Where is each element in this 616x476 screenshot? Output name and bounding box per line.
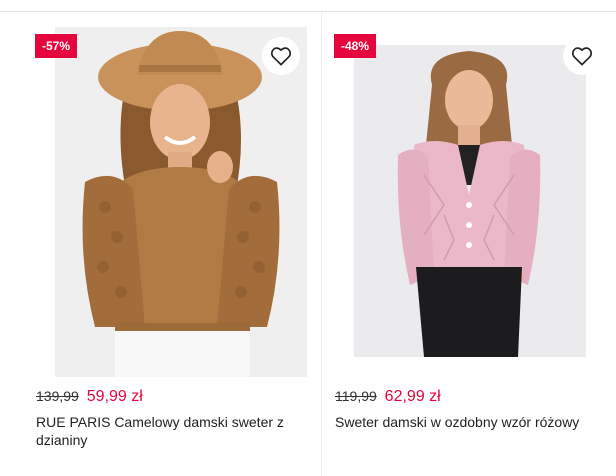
discount-badge: -48% — [334, 34, 377, 58]
sale-price: 62,99 zł — [384, 388, 441, 405]
product-title[interactable]: Sweter damski w ozdobny wzór różowy — [335, 413, 595, 431]
discount-badge: -57% — [35, 34, 78, 58]
price-row: 139,99 59,99 zł — [36, 388, 143, 406]
product-card[interactable]: -48% 119,99 62,99 zł Sweter damski w ozd… — [334, 27, 604, 430]
product-photo — [55, 27, 307, 377]
column-divider — [321, 12, 322, 476]
heart-icon — [270, 47, 292, 66]
product-title[interactable]: RUE PARIS Camelowy damski sweter z dzian… — [36, 413, 286, 449]
old-price: 139,99 — [36, 388, 79, 404]
product-image[interactable] — [354, 45, 586, 357]
wishlist-button[interactable] — [262, 37, 300, 75]
product-photo — [354, 45, 586, 357]
old-price: 119,99 — [335, 388, 377, 404]
product-card[interactable]: -57% 139,99 59,99 zł RUE PARIS Camelowy … — [35, 27, 307, 448]
sale-price: 59,99 zł — [86, 388, 143, 405]
top-divider — [0, 11, 616, 12]
product-image[interactable] — [55, 27, 307, 377]
heart-icon — [571, 47, 593, 66]
wishlist-button[interactable] — [563, 37, 601, 75]
price-row: 119,99 62,99 zł — [335, 388, 441, 406]
